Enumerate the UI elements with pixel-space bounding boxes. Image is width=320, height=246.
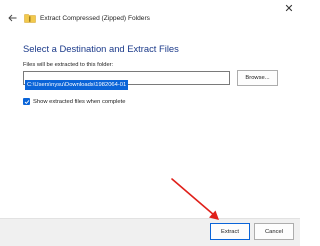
destination-label: Files will be extracted to this folder: (23, 62, 114, 68)
close-icon[interactable]: ✕ (282, 2, 296, 16)
back-arrow-icon[interactable] (7, 12, 17, 24)
browse-button[interactable]: Browse... (237, 70, 278, 86)
dialog-header: Extract Compressed (Zipped) Folders (7, 11, 150, 25)
checkmark-icon (24, 99, 29, 104)
destination-path-input[interactable]: C:\Users\nysu\Downloads\1982064-01 (23, 71, 230, 90)
cancel-button[interactable]: Cancel (254, 223, 294, 240)
annotation-arrow-icon (171, 178, 219, 220)
dialog-title: Extract Compressed (Zipped) Folders (40, 14, 150, 22)
destination-path-text: C:\Users\nysu\Downloads\1982064-01 (25, 80, 129, 90)
show-files-checkbox-row[interactable]: Show extracted files when complete (23, 98, 125, 105)
page-title: Select a Destination and Extract Files (23, 43, 179, 54)
extract-button[interactable]: Extract (210, 223, 250, 240)
show-files-label: Show extracted files when complete (33, 98, 126, 105)
extract-dialog: ✕ Extract Compressed (Zipped) Folders Se… (0, 0, 300, 246)
show-files-checkbox[interactable] (23, 98, 30, 105)
zip-folder-icon (24, 13, 36, 23)
